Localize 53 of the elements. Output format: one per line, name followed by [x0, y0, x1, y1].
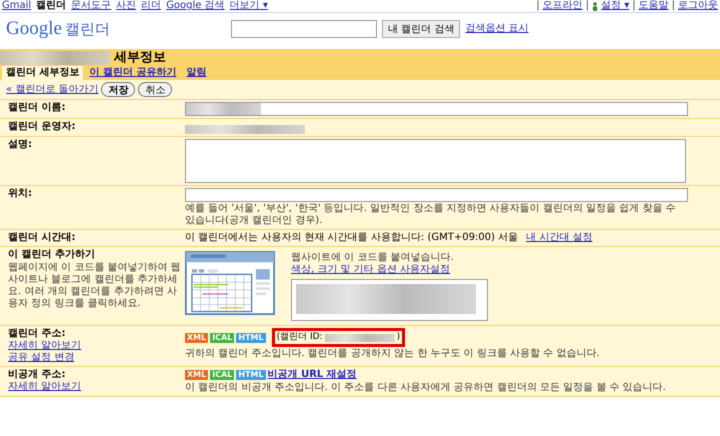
timezone-text: 이 캘린더에서는 사용자의 현재 시간대를 사용합니다: (GMT+09:00) 서울: [185, 232, 518, 244]
address-note: 이 캘린더의 비공개 주소입니다. 이 주소를 다른 사용자에게 공유하면 캘린더의 모든 일정을 볼 수 있습니다.: [185, 382, 667, 394]
product-name: 캘린더: [64, 20, 110, 38]
embed-code-box[interactable]: [291, 279, 488, 322]
page-title: 세부정보: [114, 50, 166, 66]
separator: |: [536, 0, 540, 12]
search-button[interactable]: 내 캘린더 검색: [382, 20, 460, 38]
location-field[interactable]: [185, 188, 688, 202]
help-link[interactable]: 공유 설정 변경: [8, 352, 74, 364]
embed-intro: 웹사이트에 이 코드를 붙여넣습니다.: [291, 252, 455, 264]
app-link[interactable]: 문서도구: [71, 0, 112, 12]
tab[interactable]: 이 캘린더 공유하기: [85, 66, 180, 80]
separator: |: [632, 0, 636, 12]
tab[interactable]: 캘린더 세부정보: [2, 66, 84, 80]
search-field[interactable]: [231, 20, 377, 38]
help-link[interactable]: 자세히 알아보기: [8, 381, 82, 394]
app-link[interactable]: 더보기 ▾: [230, 0, 268, 12]
customize-link[interactable]: 색상, 크기 및 기타 옵션 사용자설정: [291, 264, 450, 276]
location-hint: 예를 들어 '서울', '부산', '한국' 등입니다. 일반적인 장소를 지정하면 사용자들이 캘린더의 일정을 쉽게 찾을 수 있습니다(공개 캘린더인 경우).: [185, 203, 677, 228]
address-note: 귀하의 캘린더 주소입니다. 캘린더를 공개하지 않는 한 누구도 이 링크를 사용할 수 없습니다.: [185, 348, 601, 360]
app-link[interactable]: 사진: [116, 0, 136, 12]
timezone-link[interactable]: 내 시간대 설정: [526, 232, 592, 244]
back-link[interactable]: « 캘린더로 돌아가기: [6, 84, 98, 96]
field-label: 이 캘린더 추가하기: [8, 249, 96, 262]
cancel-button[interactable]: 취소: [138, 82, 172, 97]
nav-link[interactable]: 로그아웃: [678, 0, 718, 12]
field-label: 비공개 주소:: [8, 369, 66, 382]
embed-description: 웹페이지에 이 코드를 붙여넣기하여 웹사이트나 블로그에 캘린더를 추가하세요. 여러 개의 캘린더를 추가하려면 사용자 정의 링크를 클릭하세요.: [8, 262, 182, 310]
tab[interactable]: 알림: [182, 66, 210, 80]
nav-link[interactable]: 오프라인: [542, 0, 583, 12]
field-label: 설명:: [8, 139, 33, 152]
help-link[interactable]: 자세히 알아보기: [8, 340, 82, 352]
save-button[interactable]: 저장: [101, 82, 136, 97]
separator: |: [586, 0, 590, 12]
field-label: 캘린더 시간대:: [8, 232, 76, 244]
field-label: 캘린더 주소:: [8, 328, 66, 340]
separator: |: [672, 0, 675, 12]
calendar-id: (캘린더 ID: ): [272, 328, 406, 348]
description-field[interactable]: [185, 139, 686, 184]
field-label: 캘린더 운영자:: [8, 121, 76, 133]
nav-link[interactable]: 도움말: [638, 0, 669, 12]
nav-link[interactable]: 설정 ▾: [601, 0, 630, 12]
field-label: 위치:: [8, 188, 33, 200]
app-link[interactable]: Google 검색: [166, 0, 225, 12]
search-options-link[interactable]: 검색옵션 표시: [465, 23, 529, 35]
person-icon: [592, 2, 598, 10]
app-link[interactable]: Gmail: [2, 0, 32, 12]
name-field[interactable]: [185, 102, 688, 116]
field-label: 캘린더 이름:: [8, 102, 66, 114]
logo-text: Google: [6, 18, 62, 40]
reset-url-link[interactable]: 비공개 URL 재설정: [268, 369, 357, 382]
app-link[interactable]: 리더: [141, 0, 162, 12]
app-link[interactable]: 캘린더: [36, 0, 66, 12]
